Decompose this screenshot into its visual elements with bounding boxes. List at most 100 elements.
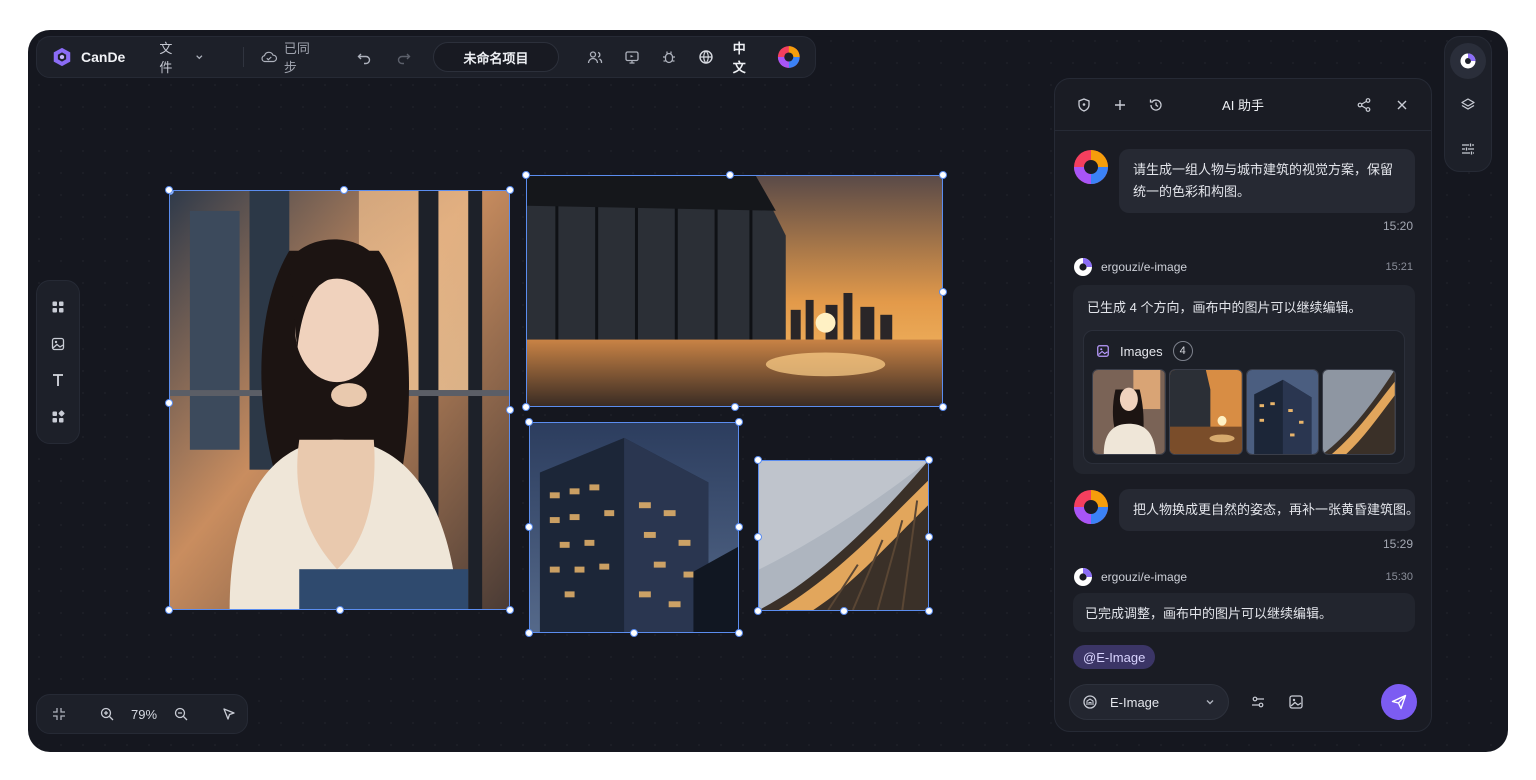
- bot-message-header: ergouzi/e-image 15:21: [1073, 257, 1413, 277]
- resize-handle[interactable]: [939, 288, 947, 296]
- layers-icon: [1461, 98, 1475, 110]
- resize-handle[interactable]: [925, 456, 933, 464]
- adjustments-button[interactable]: [1450, 131, 1486, 167]
- canvas-image-curved-facade[interactable]: [758, 460, 929, 611]
- resize-handle[interactable]: [735, 523, 743, 531]
- send-button[interactable]: [1381, 684, 1417, 720]
- resize-handle[interactable]: [925, 607, 933, 615]
- resize-handle[interactable]: [630, 629, 638, 637]
- resize-handle[interactable]: [840, 607, 848, 615]
- redo-button[interactable]: [393, 46, 415, 68]
- canvas-image-office-tower[interactable]: [529, 422, 739, 633]
- layers-button[interactable]: [1450, 87, 1486, 123]
- resize-handle[interactable]: [754, 533, 762, 541]
- bot-sender: ergouzi/e-image: [1101, 570, 1188, 584]
- project-name[interactable]: 未命名项目: [433, 42, 559, 72]
- plugin-button[interactable]: [659, 46, 679, 68]
- thumbnail-image: [1323, 370, 1395, 454]
- plus-icon: [1115, 99, 1125, 110]
- resize-handle[interactable]: [939, 171, 947, 179]
- thumbnail-sunset-terrace[interactable]: [1168, 369, 1243, 455]
- resize-handle[interactable]: [754, 607, 762, 615]
- logo: CanDe: [51, 46, 125, 68]
- image-icon: [1289, 695, 1303, 709]
- mention-chip[interactable]: @E-Image: [1073, 645, 1156, 669]
- resize-handle[interactable]: [165, 606, 173, 614]
- undo-button[interactable]: [353, 46, 375, 68]
- collaborators-button[interactable]: [585, 46, 605, 68]
- settings-button[interactable]: [1243, 687, 1273, 717]
- resize-handle[interactable]: [522, 171, 530, 179]
- zoom-out-button[interactable]: [173, 703, 189, 725]
- canvas-image-sunset-terrace[interactable]: [526, 175, 943, 407]
- file-menu-label: 文件: [159, 41, 173, 75]
- message-time: 15:29: [1382, 537, 1413, 551]
- language-switch[interactable]: 中文: [733, 38, 757, 76]
- resize-handle[interactable]: [340, 186, 348, 194]
- message-time: 15:21: [1385, 261, 1413, 273]
- privacy-button[interactable]: [1073, 94, 1095, 116]
- upload-image-button[interactable]: [1281, 687, 1311, 717]
- model-name: E-Image: [1110, 694, 1160, 710]
- image-icon: [1097, 345, 1109, 357]
- close-panel-button[interactable]: [1391, 94, 1413, 116]
- resize-handle[interactable]: [506, 406, 514, 414]
- monitor-icon: [625, 51, 639, 64]
- components-icon: [52, 410, 65, 423]
- top-toolbar: CanDe 文件 已同步 未命名项目 中文: [36, 36, 816, 78]
- model-select[interactable]: E-Image: [1069, 684, 1229, 720]
- resize-handle[interactable]: [522, 403, 530, 411]
- resize-handle[interactable]: [731, 403, 739, 411]
- image-tool-button[interactable]: [47, 333, 69, 355]
- image-icon: [51, 337, 65, 350]
- resize-handle[interactable]: [939, 403, 947, 411]
- new-chat-button[interactable]: [1109, 94, 1131, 116]
- templates-button[interactable]: [47, 296, 69, 318]
- ai-assistant-toggle[interactable]: [1450, 43, 1486, 79]
- images-label: Images: [1120, 343, 1163, 359]
- resize-handle[interactable]: [165, 399, 173, 407]
- zoom-in-button[interactable]: [99, 703, 115, 725]
- resize-handle[interactable]: [735, 629, 743, 637]
- bot-sender: ergouzi/e-image: [1101, 260, 1188, 274]
- zoom-bar: 79%: [36, 694, 248, 734]
- resize-handle[interactable]: [925, 533, 933, 541]
- left-toolbar: [36, 280, 80, 444]
- sync-status[interactable]: 已同步: [260, 38, 319, 76]
- zoom-out-icon: [174, 707, 188, 721]
- thumbnail-image: [1246, 370, 1319, 454]
- theme-button[interactable]: [696, 46, 716, 68]
- resize-handle[interactable]: [506, 606, 514, 614]
- sunset-terrace-image: [527, 176, 942, 406]
- text-tool-button[interactable]: [47, 369, 69, 391]
- canvas-image-portrait[interactable]: [169, 190, 510, 610]
- resize-handle[interactable]: [754, 456, 762, 464]
- curved-facade-image: [759, 461, 928, 610]
- resize-handle[interactable]: [506, 186, 514, 194]
- history-button[interactable]: [1145, 94, 1167, 116]
- cursor-icon: [223, 708, 235, 720]
- file-menu[interactable]: 文件: [159, 38, 205, 76]
- resize-handle[interactable]: [525, 523, 533, 531]
- thumbnail-office-tower[interactable]: [1245, 369, 1320, 455]
- resize-handle[interactable]: [726, 171, 734, 179]
- resize-handle[interactable]: [525, 418, 533, 426]
- thumbnail-portrait[interactable]: [1092, 369, 1166, 455]
- message-text: 请生成一组人物与城市建筑的视觉方案，保留统一的色彩和构图。: [1119, 149, 1415, 213]
- user-avatar[interactable]: [777, 44, 801, 70]
- resize-handle[interactable]: [165, 186, 173, 194]
- present-button[interactable]: [622, 46, 642, 68]
- resize-handle[interactable]: [735, 418, 743, 426]
- share-button[interactable]: [1353, 94, 1375, 116]
- resize-handle[interactable]: [525, 629, 533, 637]
- zoom-level: 79%: [131, 706, 158, 722]
- redo-icon: [397, 53, 411, 65]
- components-button[interactable]: [47, 406, 69, 428]
- thumbnail-curved-facade[interactable]: [1322, 369, 1396, 455]
- fit-screen-button[interactable]: [51, 703, 67, 725]
- resize-handle[interactable]: [336, 606, 344, 614]
- chevron-down-icon: [196, 55, 203, 60]
- office-tower-image: [530, 423, 738, 632]
- select-tool-button[interactable]: [221, 703, 237, 725]
- thumbnail-image: [1093, 370, 1165, 454]
